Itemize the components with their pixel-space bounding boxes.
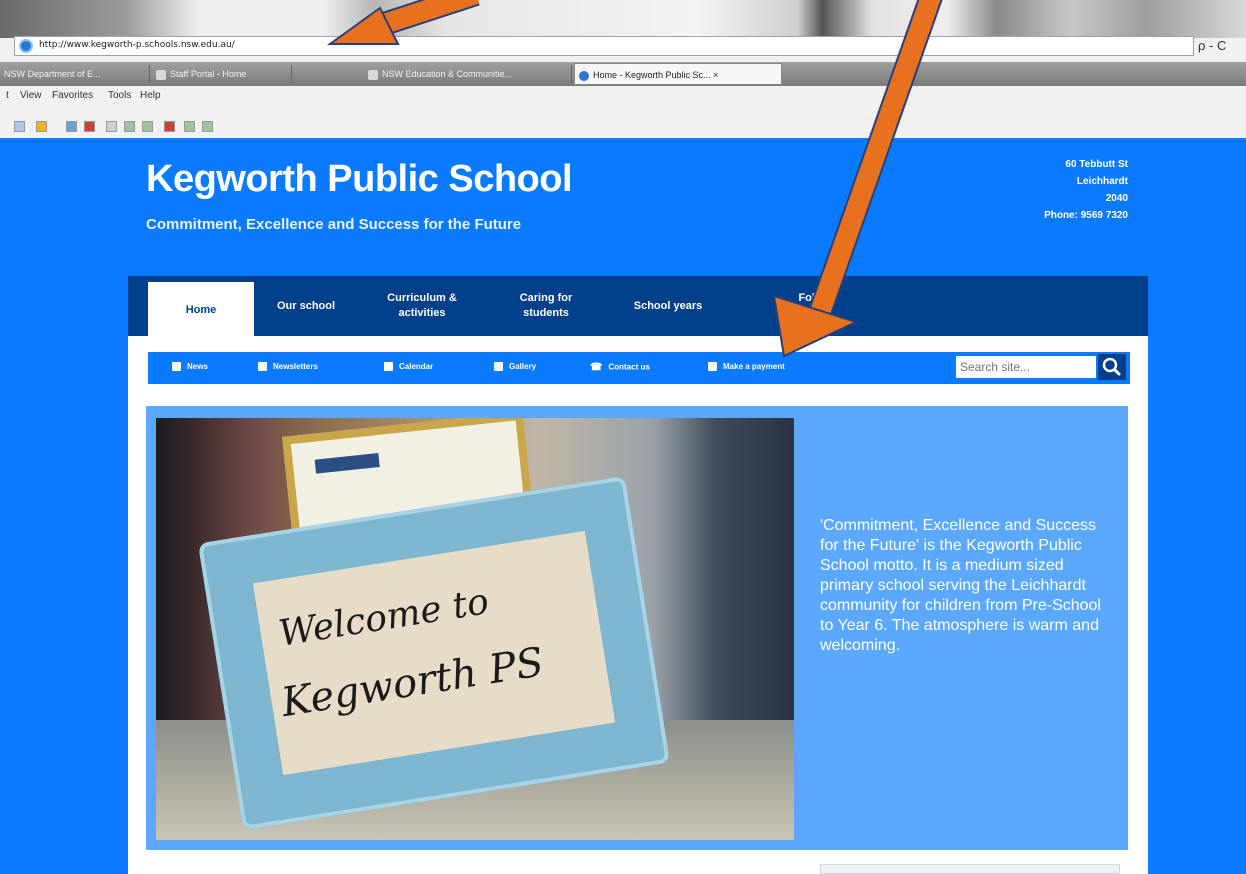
nav-label: School years [633, 299, 703, 312]
favorite-icon[interactable] [124, 121, 135, 132]
menu-favorites[interactable]: Favorites [52, 90, 93, 101]
sidebar-box-top [820, 864, 1120, 874]
menu-help[interactable]: Help [140, 90, 161, 101]
search-icon [1102, 357, 1121, 376]
hero-photo: Welcome to Kegworth PS [156, 418, 794, 840]
hero-description: 'Commitment, Excellence and Success for … [820, 517, 1101, 654]
nav-school-years[interactable]: School years [612, 284, 724, 328]
tab-staff-portal[interactable]: Staff Portal - Home [152, 65, 292, 83]
news-icon [172, 362, 181, 372]
subnav-label: Gallery [509, 362, 537, 371]
search-button[interactable] [1098, 354, 1126, 380]
address-street: 60 Tebbutt St [1065, 159, 1128, 170]
ie-icon [19, 39, 33, 53]
hero-logo [314, 453, 380, 474]
nav-label: Home [185, 303, 217, 316]
tab-label: NSW Department of E... [4, 69, 101, 79]
hero-sign: Welcome to Kegworth PS [252, 530, 616, 776]
gallery-icon [494, 362, 503, 372]
newsletters-icon [258, 362, 267, 372]
favorite-icon[interactable] [36, 121, 47, 132]
subnav-label: Contact us [608, 362, 650, 372]
tab-label: Staff Portal - Home [170, 69, 247, 79]
hero-sign-line-2: Kegworth PS [278, 639, 547, 727]
phone-icon: ☎ [590, 362, 603, 373]
nav-label: Kegwor [777, 307, 818, 319]
subnav-label: Make a payment [723, 362, 785, 371]
search-input[interactable] [956, 356, 1096, 378]
favorite-icon[interactable] [66, 121, 77, 132]
page-icon [368, 69, 378, 80]
address-bar[interactable]: http://www.kegworth-p.schools.nsw.edu.au… [14, 36, 1194, 56]
favorite-icon[interactable] [202, 121, 213, 132]
nav-follow[interactable]: Foll Kegwor [734, 284, 818, 328]
menu-bar: t View Favorites Tools Help [0, 88, 1246, 106]
favorite-icon[interactable] [184, 121, 195, 132]
menu-edit[interactable]: t [6, 90, 9, 101]
page-icon [156, 69, 166, 80]
nav-label: Our school [276, 299, 336, 312]
favorite-icon[interactable] [84, 121, 95, 132]
subnav-label: Calendar [399, 362, 434, 371]
tab-strip: NSW Department of E... Staff Portal - Ho… [0, 62, 1246, 86]
subnav-gallery[interactable]: Gallery [494, 362, 537, 372]
favorite-icon[interactable] [106, 121, 117, 132]
nav-label: Caring for [519, 292, 573, 304]
menu-tools[interactable]: Tools [108, 90, 131, 101]
calendar-icon [384, 362, 393, 372]
nav-label: students [523, 307, 569, 319]
address-suburb: Leichhardt [1076, 176, 1128, 187]
url-text[interactable]: http://www.kegworth-p.schools.nsw.edu.au… [39, 40, 235, 50]
tab-nsw-department[interactable]: NSW Department of E... [0, 65, 150, 83]
ie-icon [579, 70, 589, 81]
tab-label: NSW Education & Communitie... [382, 69, 513, 79]
school-address: 60 Tebbutt St Leichhardt 2040 Phone: 956… [1044, 156, 1128, 224]
desktop-background-strip [0, 0, 1246, 38]
nav-curriculum[interactable]: Curriculum & activities [362, 284, 482, 328]
nav-our-school[interactable]: Our school [258, 284, 354, 328]
hero-sign-line-1: Welcome to [275, 581, 492, 655]
favorite-icon[interactable] [14, 121, 25, 132]
address-phone: Phone: 9569 7320 [1044, 210, 1128, 221]
tab-nsw-education[interactable]: NSW Education & Communitie... [364, 65, 572, 83]
subnav-payment[interactable]: Make a payment [708, 362, 785, 372]
favorite-icon[interactable] [164, 121, 175, 132]
site-motto: Commitment, Excellence and Success for t… [146, 216, 522, 233]
subnav-calendar[interactable]: Calendar [384, 362, 434, 372]
favorite-icon[interactable] [142, 121, 153, 132]
payment-icon [708, 362, 717, 372]
menu-view[interactable]: View [20, 90, 42, 101]
address-postcode: 2040 [1105, 193, 1128, 204]
tab-label: Home - Kegworth Public Sc... × [593, 70, 719, 80]
subnav-newsletters[interactable]: Newsletters [258, 362, 318, 372]
search-refresh-icon[interactable]: ρ - C [1198, 38, 1226, 53]
subnav-label: Newsletters [273, 362, 318, 371]
favorites-bar [0, 108, 1246, 136]
subnav-news[interactable]: News [172, 362, 208, 372]
subnav-contact[interactable]: ☎ Contact us [590, 362, 650, 373]
nav-caring[interactable]: Caring for students [494, 284, 598, 328]
tab-kegworth-home[interactable]: Home - Kegworth Public Sc... × [574, 63, 782, 85]
subnav-label: News [187, 362, 208, 371]
nav-label: Foll [798, 292, 818, 304]
nav-label: activities [398, 307, 446, 319]
nav-home[interactable]: Home [148, 282, 254, 338]
nav-label: Curriculum & [387, 292, 457, 304]
site-title[interactable]: Kegworth Public School [146, 158, 573, 201]
